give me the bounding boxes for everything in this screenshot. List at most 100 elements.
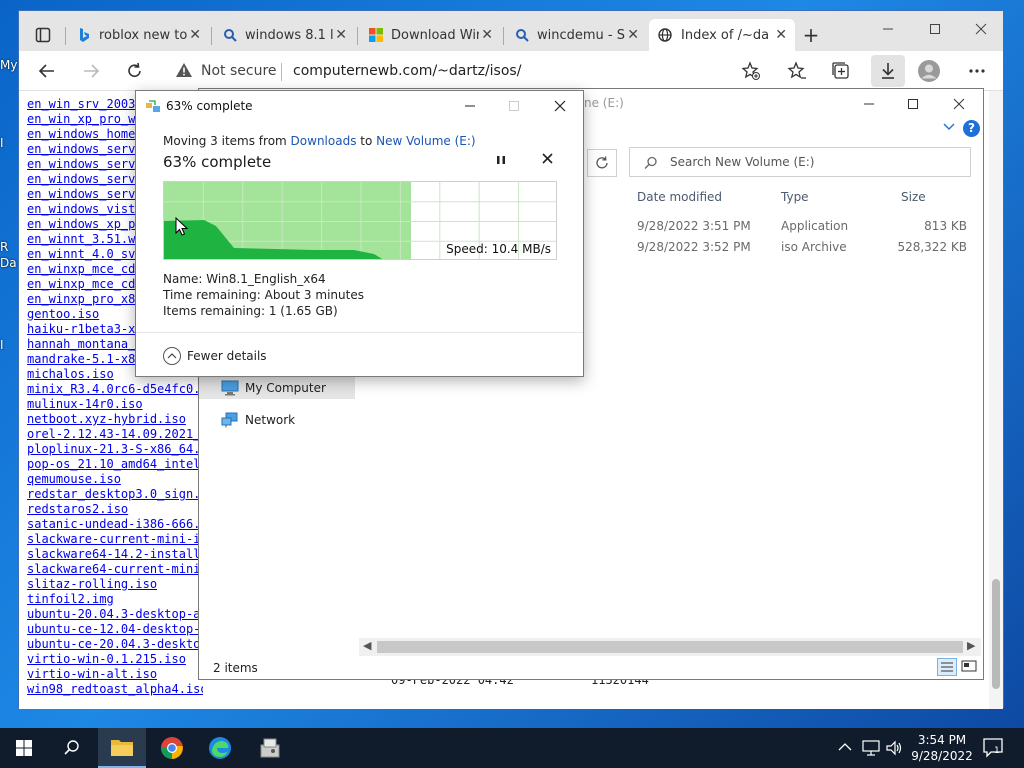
tab-index-of-isos[interactable]: Index of /~dar ✕ xyxy=(649,19,795,51)
large-icons-view-button[interactable] xyxy=(960,658,980,676)
search-button[interactable] xyxy=(48,728,96,768)
file-link[interactable]: satanic-undead-i386-666. xyxy=(27,517,203,531)
help-icon[interactable]: ? xyxy=(963,120,980,137)
explorer-maximize-button[interactable] xyxy=(891,91,935,117)
source-folder-link[interactable]: Downloads xyxy=(291,134,357,148)
file-link[interactable]: ubuntu-ce-20.04.3-deskto xyxy=(27,637,203,651)
search-icon xyxy=(516,29,529,42)
file-link[interactable]: win98_redtoast_alpha4.iso xyxy=(27,682,203,696)
add-favorite-button[interactable] xyxy=(739,59,763,83)
cancel-button[interactable] xyxy=(542,153,553,164)
url-text[interactable]: computernewb.com/~dartz/isos/ xyxy=(293,63,521,79)
scroll-right-icon[interactable]: ▶ xyxy=(967,639,975,652)
refresh-button[interactable] xyxy=(587,149,617,177)
dialog-minimize-button[interactable] xyxy=(448,93,492,119)
desktop-icon-label[interactable]: Da xyxy=(0,256,17,270)
profile-button[interactable] xyxy=(917,59,941,83)
system-clock[interactable]: 3:54 PM 9/28/2022 xyxy=(910,732,974,764)
refresh-button[interactable] xyxy=(123,59,147,83)
maximize-button[interactable] xyxy=(912,15,958,43)
file-link[interactable]: ubuntu-ce-12.04-desktop- xyxy=(27,622,203,636)
row-date: 9/28/2022 3:51 PM xyxy=(637,219,751,233)
tab-actions-button[interactable] xyxy=(31,23,55,47)
tab-windows-81[interactable]: windows 8.1 la ✕ xyxy=(215,19,355,51)
volume-icon[interactable] xyxy=(886,740,904,756)
forward-button[interactable] xyxy=(79,59,103,83)
file-link[interactable]: redstar_desktop3.0_sign. xyxy=(27,487,203,501)
dialog-close-button[interactable] xyxy=(538,93,582,119)
column-date-modified[interactable]: Date modified xyxy=(637,190,722,204)
network-icon[interactable] xyxy=(862,740,880,756)
desktop-icon-label[interactable]: R xyxy=(0,240,8,254)
dialog-title: 63% complete xyxy=(166,99,253,113)
file-link[interactable]: virtio-win-alt.iso xyxy=(27,667,203,681)
tab-wincdemu[interactable]: wincdemu - Se ✕ xyxy=(507,19,647,51)
taskbar-file-explorer[interactable] xyxy=(98,728,146,768)
close-icon[interactable]: ✕ xyxy=(189,27,201,43)
minimize-button[interactable] xyxy=(865,15,911,43)
taskbar-edge[interactable] xyxy=(196,728,244,768)
page-scrollbar[interactable] xyxy=(989,91,1003,709)
downloads-button[interactable] xyxy=(871,55,905,87)
close-icon[interactable]: ✕ xyxy=(481,27,493,43)
desktop-icon-label[interactable]: I xyxy=(0,338,4,352)
pause-button[interactable] xyxy=(496,155,506,165)
file-link[interactable]: slackware64-current-mini xyxy=(27,562,203,576)
notification-center-button[interactable]: 1 xyxy=(982,736,1006,760)
details-view-button[interactable] xyxy=(937,658,957,676)
file-link[interactable]: slackware64-14.2-install xyxy=(27,547,203,561)
taskbar-setup-app[interactable] xyxy=(246,728,294,768)
file-link[interactable]: qemumouse.iso xyxy=(27,472,203,486)
file-link[interactable]: ubuntu-20.04.3-desktop-a xyxy=(27,607,203,621)
file-link[interactable]: redstaros2.iso xyxy=(27,502,203,516)
favorites-button[interactable] xyxy=(785,59,809,83)
tab-download-windows[interactable]: Download Win ✕ xyxy=(361,19,501,51)
search-input[interactable]: Search New Volume (E:) xyxy=(629,147,971,177)
file-link[interactable]: mulinux-14r0.iso xyxy=(27,397,203,411)
close-icon[interactable]: ✕ xyxy=(775,27,787,43)
taskbar-chrome[interactable] xyxy=(148,728,196,768)
start-button[interactable] xyxy=(0,728,48,768)
nav-item-network[interactable]: Network xyxy=(221,412,295,428)
ribbon-expand-button[interactable] xyxy=(943,123,955,131)
scrollbar-thumb[interactable] xyxy=(992,579,1000,689)
collections-button[interactable] xyxy=(829,59,853,83)
close-icon[interactable]: ✕ xyxy=(335,27,347,43)
destination-folder-link[interactable]: New Volume (E:) xyxy=(376,134,475,148)
arrow-right-icon xyxy=(84,64,100,78)
browser-toolbar: Not secure computernewb.com/~dartz/isos/ xyxy=(19,51,1003,91)
explorer-close-button[interactable] xyxy=(937,91,981,117)
file-link[interactable]: pop-os_21.10_amd64_intel xyxy=(27,457,203,471)
installer-icon xyxy=(260,738,280,758)
horizontal-scrollbar[interactable]: ◀ ▶ xyxy=(359,638,981,656)
settings-menu-button[interactable] xyxy=(965,59,989,83)
column-type[interactable]: Type xyxy=(781,190,809,204)
close-icon[interactable]: ✕ xyxy=(627,27,639,43)
security-indicator[interactable]: Not secure xyxy=(201,63,277,79)
desktop-icon-label[interactable]: My xyxy=(0,58,17,72)
microsoft-icon xyxy=(369,28,383,42)
file-link[interactable]: tinfoil2.img xyxy=(27,592,203,606)
file-link[interactable]: minix_R3.4.0rc6-d5e4fc0. xyxy=(27,382,203,396)
file-link[interactable]: orel-2.12.43-14.09.2021_ xyxy=(27,427,203,441)
close-icon xyxy=(953,98,965,110)
file-link[interactable]: slackware-current-mini-i xyxy=(27,532,203,546)
scrollbar-thumb[interactable] xyxy=(377,641,963,653)
file-link[interactable]: netboot.xyz-hybrid.iso xyxy=(27,412,203,426)
column-size[interactable]: Size xyxy=(901,190,926,204)
chevron-up-icon[interactable] xyxy=(838,742,852,752)
desktop-icon-label[interactable]: I xyxy=(0,136,4,150)
file-link[interactable]: slitaz-rolling.iso xyxy=(27,577,203,591)
file-link[interactable]: virtio-win-0.1.215.iso xyxy=(27,652,203,666)
close-window-button[interactable] xyxy=(958,15,1004,43)
close-icon xyxy=(554,100,566,112)
file-link[interactable]: ploplinux-21.3-S-x86_64. xyxy=(27,442,203,456)
new-tab-button[interactable]: + xyxy=(799,23,823,47)
explorer-minimize-button[interactable] xyxy=(847,91,891,117)
fewer-details-button[interactable]: Fewer details xyxy=(163,347,267,365)
tab-roblox[interactable]: roblox new top ✕ xyxy=(69,19,209,51)
address-bar[interactable]: Not secure computernewb.com/~dartz/isos/ xyxy=(165,55,785,87)
scroll-left-icon[interactable]: ◀ xyxy=(363,639,371,652)
back-button[interactable] xyxy=(35,59,59,83)
nav-item-my-computer[interactable]: My Computer xyxy=(221,380,326,396)
